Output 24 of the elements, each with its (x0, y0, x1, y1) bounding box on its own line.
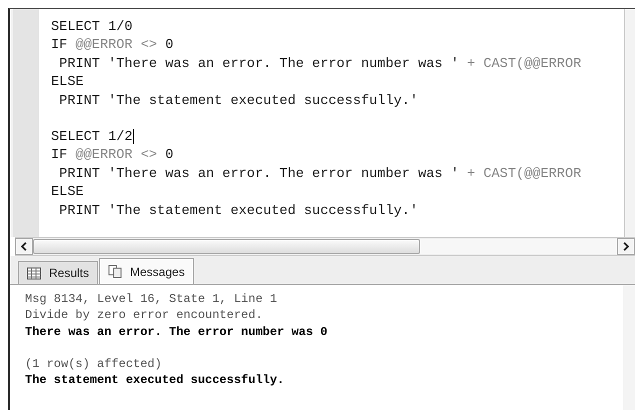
vertical-scrollbar[interactable] (624, 9, 635, 237)
result-tab[interactable]: Messages (99, 258, 194, 284)
message-line: The statement executed successfully. (25, 372, 286, 388)
message-line: Divide by zero error encountered. (25, 307, 264, 324)
code-line: ELSE (51, 74, 85, 92)
code-line: SELECT 1/2 (51, 128, 135, 148)
code-line: PRINT 'The statement executed successfully.' (58, 202, 420, 221)
scrollbar-thumb[interactable] (33, 239, 420, 254)
document-icon (108, 265, 122, 278)
horizontal-scrollbar[interactable] (15, 237, 635, 256)
code-line: ELSE (51, 184, 85, 202)
code-line: IF @@ERROR <> 0 (51, 147, 174, 166)
code-line: PRINT 'The statement executed successfully.' (58, 92, 420, 111)
scroll-left-icon[interactable] (15, 238, 33, 255)
code-line: PRINT 'There was an error. The error number was ' + CAST(@@ERROR (58, 56, 582, 74)
message-line: There was an error. The error number was 0 (25, 324, 328, 340)
message-line: Msg 8134, Level 16, State 1, Line 1 (25, 291, 278, 308)
grid-icon (27, 266, 41, 280)
result-tab[interactable]: Results (18, 261, 98, 284)
scroll-right-icon[interactable] (617, 238, 635, 255)
code-line: SELECT 1/0 (51, 19, 134, 37)
code-line: PRINT 'There was an error. The error number was ' + CAST(@@ERROR (58, 166, 582, 184)
message-line: (1 row(s) affected) (25, 356, 163, 372)
code-line: IF @@ERROR <> 0 (51, 37, 174, 56)
